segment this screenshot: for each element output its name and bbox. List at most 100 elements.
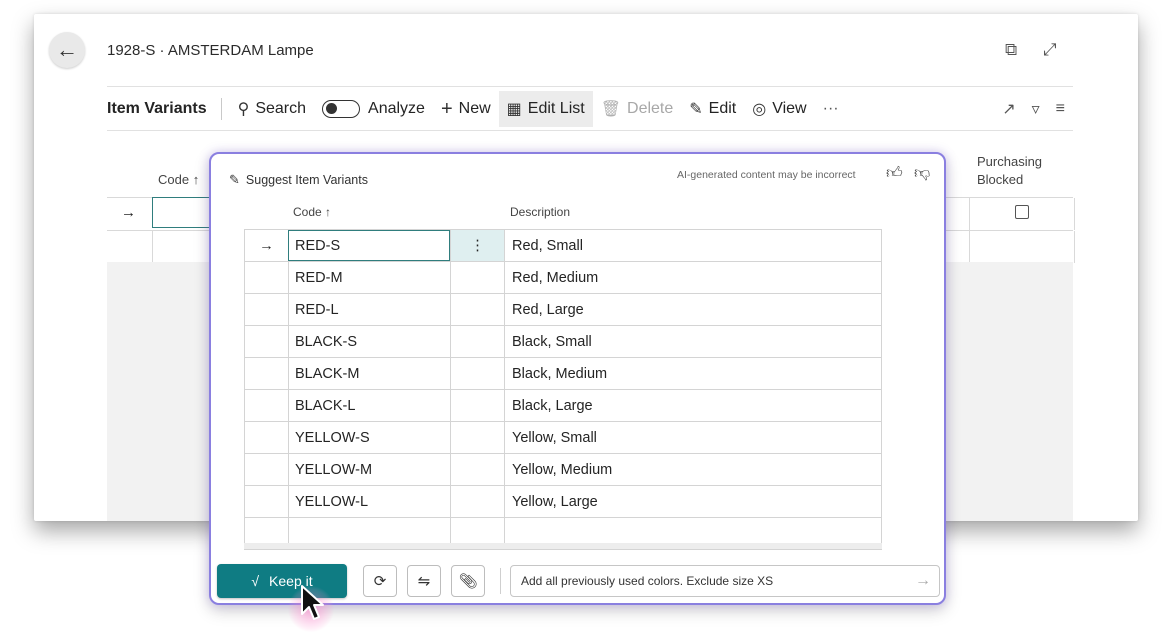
description-cell[interactable]: Black, Medium (504, 358, 882, 389)
thumbs-up-icon[interactable]: 👍︎ (886, 164, 903, 183)
edit-list-button[interactable]: ▦ Edit List (498, 91, 593, 127)
pencil-icon: ✎ (229, 172, 240, 187)
view-label: View (772, 100, 807, 117)
edit-button[interactable]: ✎ Edit (681, 91, 744, 127)
row-menu-cell (450, 262, 504, 293)
description-cell[interactable]: Red, Small (504, 230, 882, 261)
suggestion-column-header-code[interactable]: Code ↑ (293, 205, 331, 219)
back-button[interactable]: ← (49, 32, 85, 68)
description-cell[interactable]: Yellow, Medium (504, 454, 882, 485)
table-row[interactable]: YELLOW-L Yellow, Large (244, 486, 882, 518)
attach-button[interactable]: 📎︎ (451, 565, 485, 597)
row-selector (244, 390, 288, 421)
row-selector (244, 358, 288, 389)
table-row[interactable]: BLACK-M Black, Medium (244, 358, 882, 390)
row-menu-cell (450, 294, 504, 325)
trash-icon: 🗑 (600, 101, 622, 118)
search-button[interactable]: ⚲ Search (230, 91, 314, 127)
table-row[interactable]: YELLOW-S Yellow, Small (244, 422, 882, 454)
arrow-left-icon: ← (56, 37, 78, 62)
delete-button[interactable]: 🗑 Delete (593, 91, 682, 127)
regenerate-button[interactable]: ⟳ (363, 565, 397, 597)
eye-icon: ◎ (752, 101, 767, 118)
mouse-pointer-icon (301, 585, 324, 620)
view-button[interactable]: ◎ View (744, 91, 814, 127)
copilot-panel-title: ✎ Suggest Item Variants (229, 172, 368, 188)
code-cell[interactable]: RED-S (288, 230, 450, 261)
analyze-toggle[interactable]: Analyze (314, 91, 433, 127)
table-row[interactable]: BLACK-S Black, Small (244, 326, 882, 358)
description-cell[interactable]: Yellow, Large (504, 486, 882, 517)
analyze-label: Analyze (368, 100, 425, 117)
row-selector (244, 486, 288, 517)
code-cell[interactable]: RED-M (288, 262, 450, 293)
column-header-purchasing-blocked-line1[interactable]: Purchasing (977, 154, 1042, 169)
search-icon: ⚲ (237, 101, 250, 118)
row-menu-cell (450, 486, 504, 517)
copilot-title-text: Suggest Item Variants (245, 173, 368, 187)
row-selector (244, 326, 288, 357)
divider (107, 86, 1073, 87)
code-cell[interactable]: BLACK-M (288, 358, 450, 389)
table-row[interactable]: RED-M Red, Medium (244, 262, 882, 294)
table-row[interactable]: YELLOW-M Yellow, Medium (244, 454, 882, 486)
table-row[interactable]: → RED-S ⋮ Red, Small (244, 230, 882, 262)
row-selector (244, 262, 288, 293)
copilot-prompt-input[interactable]: Add all previously used colors. Exclude … (510, 565, 940, 597)
column-header-purchasing-blocked-line2: Blocked (977, 172, 1024, 187)
check-icon: √ (251, 573, 260, 589)
row-arrow: → (244, 230, 288, 261)
row-menu-icon[interactable]: ⋮ (450, 230, 504, 261)
row-selector (244, 294, 288, 325)
pencil-icon: ✎ (689, 101, 703, 118)
suggestion-column-header-description[interactable]: Description (510, 205, 570, 219)
code-cell[interactable]: YELLOW-M (288, 454, 450, 485)
more-options-button[interactable]: ··· (815, 91, 847, 127)
edit-list-label: Edit List (527, 100, 585, 117)
column-header-code[interactable]: Code ↑ (158, 172, 199, 187)
row-arrow: → (121, 204, 136, 221)
edit-list-icon: ▦ (506, 101, 522, 118)
code-cell[interactable] (152, 231, 213, 263)
row-menu-cell (450, 358, 504, 389)
divider (107, 130, 1073, 131)
code-cell[interactable]: RED-L (288, 294, 450, 325)
table-row[interactable]: BLACK-L Black, Large (244, 390, 882, 422)
filter-icon[interactable]: ▿ (1032, 99, 1040, 119)
ai-disclaimer: AI-generated content may be incorrect (677, 169, 856, 181)
description-cell[interactable]: Black, Small (504, 326, 882, 357)
code-cell[interactable]: YELLOW-L (288, 486, 450, 517)
row-menu-cell (450, 390, 504, 421)
purchasing-blocked-cell (969, 231, 1075, 263)
refresh-icon: ⟳ (373, 573, 387, 590)
code-cell[interactable]: BLACK-S (288, 326, 450, 357)
toolbar-right-actions: ↗ ▿ ≡ (1002, 91, 1065, 127)
adjust-settings-button[interactable]: ⇋ (407, 565, 441, 597)
send-arrow-icon[interactable]: → (915, 572, 931, 590)
description-cell[interactable]: Yellow, Small (504, 422, 882, 453)
share-icon[interactable]: ↗ (1002, 99, 1015, 119)
thumbs-down-icon[interactable]: 👎︎ (914, 164, 930, 183)
code-cell[interactable]: YELLOW-S (288, 422, 450, 453)
purchasing-blocked-checkbox[interactable] (1015, 205, 1029, 219)
toggle-switch-icon (322, 100, 361, 118)
description-cell[interactable]: Black, Large (504, 390, 882, 421)
row-menu-cell (450, 422, 504, 453)
expand-icon[interactable]: ⤢ (1043, 40, 1057, 60)
list-view-icon[interactable]: ≡ (1056, 100, 1065, 118)
table-scroll-footer (244, 543, 882, 549)
code-cell[interactable]: BLACK-L (288, 390, 450, 421)
new-button[interactable]: + New (433, 91, 499, 127)
section-title: Item Variants (107, 100, 207, 117)
sliders-icon: ⇋ (417, 573, 431, 590)
table-row[interactable]: RED-L Red, Large (244, 294, 882, 326)
code-cell[interactable] (152, 197, 212, 228)
toolbar-separator (220, 98, 222, 120)
open-new-window-icon[interactable]: ⧉ (1005, 40, 1017, 60)
description-cell[interactable]: Red, Large (504, 294, 882, 325)
row-menu-cell (450, 326, 504, 357)
row-selector (244, 422, 288, 453)
description-cell[interactable]: Red, Medium (504, 262, 882, 293)
edit-label: Edit (708, 100, 737, 117)
page-title: 1928-S · AMSTERDAM Lampe (107, 42, 314, 59)
